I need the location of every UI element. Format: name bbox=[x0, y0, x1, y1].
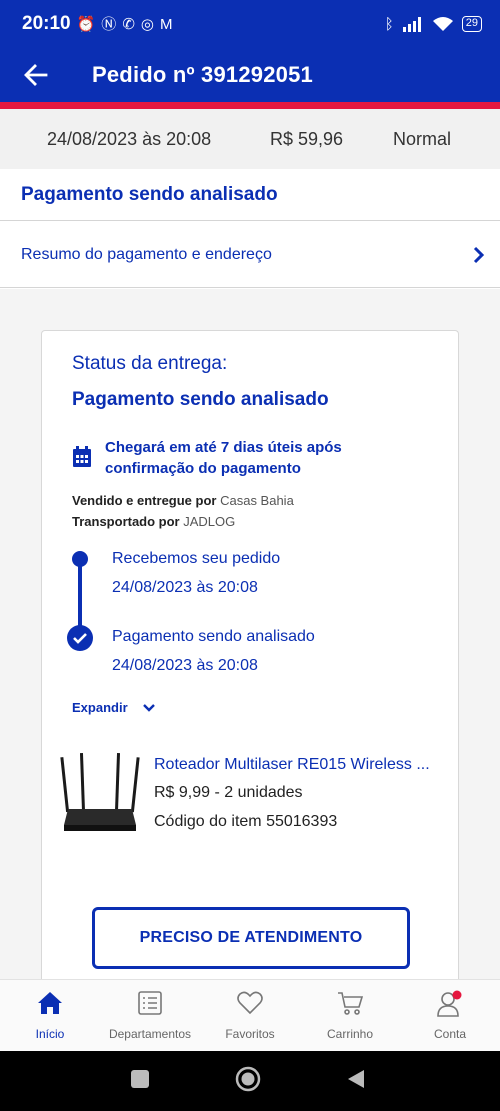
list-icon bbox=[138, 991, 162, 1015]
user-icon bbox=[437, 990, 462, 1017]
header-accent-stripe bbox=[0, 102, 500, 109]
page-title: Pedido nº 391292051 bbox=[92, 62, 313, 87]
timeline-event-date: 24/08/2023 às 20:08 bbox=[112, 657, 258, 674]
app-bar: Pedido nº 391292051 bbox=[0, 48, 500, 102]
chevron-right-icon bbox=[473, 246, 485, 263]
nav-item-inicio[interactable]: Início bbox=[0, 980, 100, 1052]
heart-icon bbox=[237, 991, 263, 1015]
nav-label: Carrinho bbox=[326, 1027, 374, 1041]
signal-icon bbox=[402, 17, 421, 32]
back-system-icon[interactable] bbox=[346, 1069, 366, 1089]
seller-info: Vendido e entregue por Casas Bahia bbox=[72, 493, 294, 508]
nav-item-carrinho[interactable]: Carrinho bbox=[300, 980, 400, 1052]
cart-icon bbox=[338, 992, 364, 1015]
order-summary: 24/08/2023 às 20:08 R$ 59,96 Normal bbox=[0, 109, 500, 169]
status-time: 20:10 bbox=[22, 13, 71, 34]
payment-summary-label: Resumo do pagamento e endereço bbox=[21, 245, 272, 263]
chevron-down-icon bbox=[142, 703, 155, 712]
nav-item-conta[interactable]: Conta bbox=[400, 980, 500, 1052]
delivery-card: Status da entrega: Pagamento sendo anali… bbox=[41, 330, 459, 990]
payment-status-header: Pagamento sendo analisado bbox=[0, 169, 500, 221]
nav-item-departamentos[interactable]: Departamentos bbox=[100, 980, 200, 1052]
check-icon bbox=[73, 633, 87, 644]
support-button-label: PRECISO DE ATENDIMENTO bbox=[139, 929, 363, 946]
timeline-dot bbox=[72, 551, 88, 567]
gmail-icon: M bbox=[159, 15, 173, 33]
status-bar: 20:10 ⏰ Ⓝ ✆ ◎ M ᛒ 29 bbox=[0, 0, 500, 48]
recent-apps-icon[interactable] bbox=[130, 1069, 150, 1089]
arrow-left-icon bbox=[24, 64, 48, 86]
nav-label: Início bbox=[35, 1027, 65, 1041]
status-left: 20:10 ⏰ Ⓝ ✆ ◎ M bbox=[22, 13, 172, 35]
payment-status-title: Pagamento sendo analisado bbox=[21, 183, 278, 205]
arrival-estimate: Chegará em até 7 dias úteis após confirm… bbox=[105, 439, 342, 477]
timeline-event-title: Pagamento sendo analisado bbox=[112, 628, 315, 645]
expand-label: Expandir bbox=[72, 700, 128, 715]
back-button[interactable] bbox=[0, 48, 72, 102]
bluetooth-icon: ᛒ bbox=[384, 15, 394, 33]
battery-icon: 29 bbox=[461, 16, 482, 32]
home-button-icon[interactable] bbox=[235, 1066, 261, 1092]
wifi-icon bbox=[432, 17, 453, 31]
carrier-info: Transportado por JADLOG bbox=[72, 514, 235, 529]
delivery-status-value: Pagamento sendo analisado bbox=[72, 389, 329, 410]
shipping-type: Normal bbox=[393, 128, 452, 149]
support-button[interactable]: PRECISO DE ATENDIMENTO bbox=[92, 907, 410, 969]
nav-item-favoritos[interactable]: Favoritos bbox=[200, 980, 300, 1052]
expand-button[interactable]: Expandir bbox=[72, 700, 156, 715]
product-image bbox=[60, 752, 140, 831]
order-total: R$ 59,96 bbox=[270, 128, 344, 149]
status-right: ᛒ 29 bbox=[385, 16, 482, 32]
product-code: Código do item 55016393 bbox=[154, 813, 338, 830]
nav-label: Conta bbox=[433, 1027, 467, 1041]
calendar-icon bbox=[73, 446, 91, 467]
timeline-event-title: Recebemos seu pedido bbox=[112, 550, 281, 567]
nav-label: Departamentos bbox=[108, 1027, 192, 1041]
timeline-check bbox=[67, 625, 93, 651]
whatsapp-icon: ✆ bbox=[122, 15, 135, 33]
seller-prefix: Vendido e entregue por bbox=[72, 493, 217, 508]
nav-label: Favoritos bbox=[225, 1027, 275, 1041]
product-name[interactable]: Roteador Multilaser RE015 Wireless ... bbox=[154, 756, 439, 774]
carrier-prefix: Transportado por bbox=[72, 514, 180, 529]
seller-name: Casas Bahia bbox=[220, 493, 294, 508]
bottom-nav: Início Departamentos Favoritos Carrinho … bbox=[0, 979, 500, 1051]
timeline-event-date: 24/08/2023 às 20:08 bbox=[112, 579, 258, 596]
system-nav-bar bbox=[0, 1051, 500, 1111]
alarm-icon: ⏰ bbox=[76, 15, 96, 33]
nfc-icon: Ⓝ bbox=[101, 15, 117, 33]
order-date: 24/08/2023 às 20:08 bbox=[47, 128, 212, 149]
delivery-status-label: Status da entrega: bbox=[72, 353, 228, 374]
payment-summary-link[interactable]: Resumo do pagamento e endereço bbox=[0, 222, 500, 288]
carrier-name: JADLOG bbox=[183, 514, 236, 529]
instagram-icon: ◎ bbox=[140, 15, 154, 33]
home-icon bbox=[38, 992, 62, 1014]
product-price: R$ 9,99 - 2 unidades bbox=[154, 784, 303, 801]
